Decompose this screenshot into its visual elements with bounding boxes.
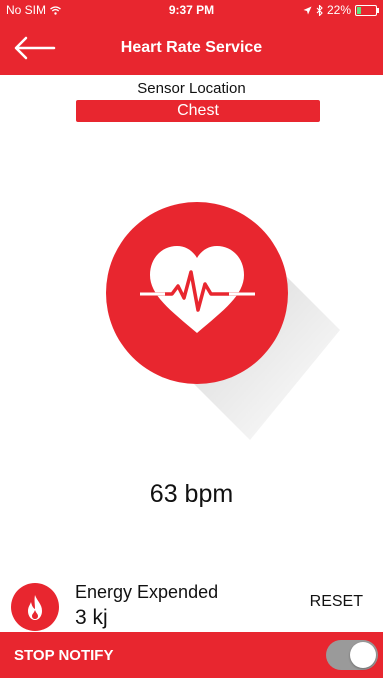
flame-icon	[28, 595, 42, 620]
battery-icon	[355, 4, 379, 16]
stop-notify-label: STOP NOTIFY	[14, 647, 114, 664]
heart-rate-value: 63 bpm	[149, 480, 234, 508]
notify-toggle[interactable]	[326, 640, 378, 670]
battery-fill	[357, 6, 361, 14]
sensor-location-label: Sensor Location	[137, 80, 246, 97]
sensor-location-value: Chest	[76, 100, 320, 122]
energy-expended-value: 3 kj	[75, 606, 108, 629]
nav-bar: Heart Rate Service	[0, 20, 383, 75]
bluetooth-icon	[316, 4, 323, 16]
reset-button[interactable]: RESET	[310, 593, 363, 611]
energy-expended-label: Energy Expended	[75, 582, 219, 602]
battery-percent: 22%	[326, 3, 351, 17]
status-bar: No SIM 9:37 PM 22%	[0, 0, 383, 20]
location-arrow-icon	[303, 6, 312, 14]
bottom-bar: STOP NOTIFY	[0, 632, 383, 678]
status-right: 22%	[303, 3, 379, 17]
toggle-knob	[350, 642, 376, 668]
energy-icon-badge	[11, 583, 59, 631]
heart-rate-graphic	[0, 190, 383, 450]
heart-pulse-icon	[106, 202, 340, 440]
page-title: Heart Rate Service	[120, 39, 263, 56]
